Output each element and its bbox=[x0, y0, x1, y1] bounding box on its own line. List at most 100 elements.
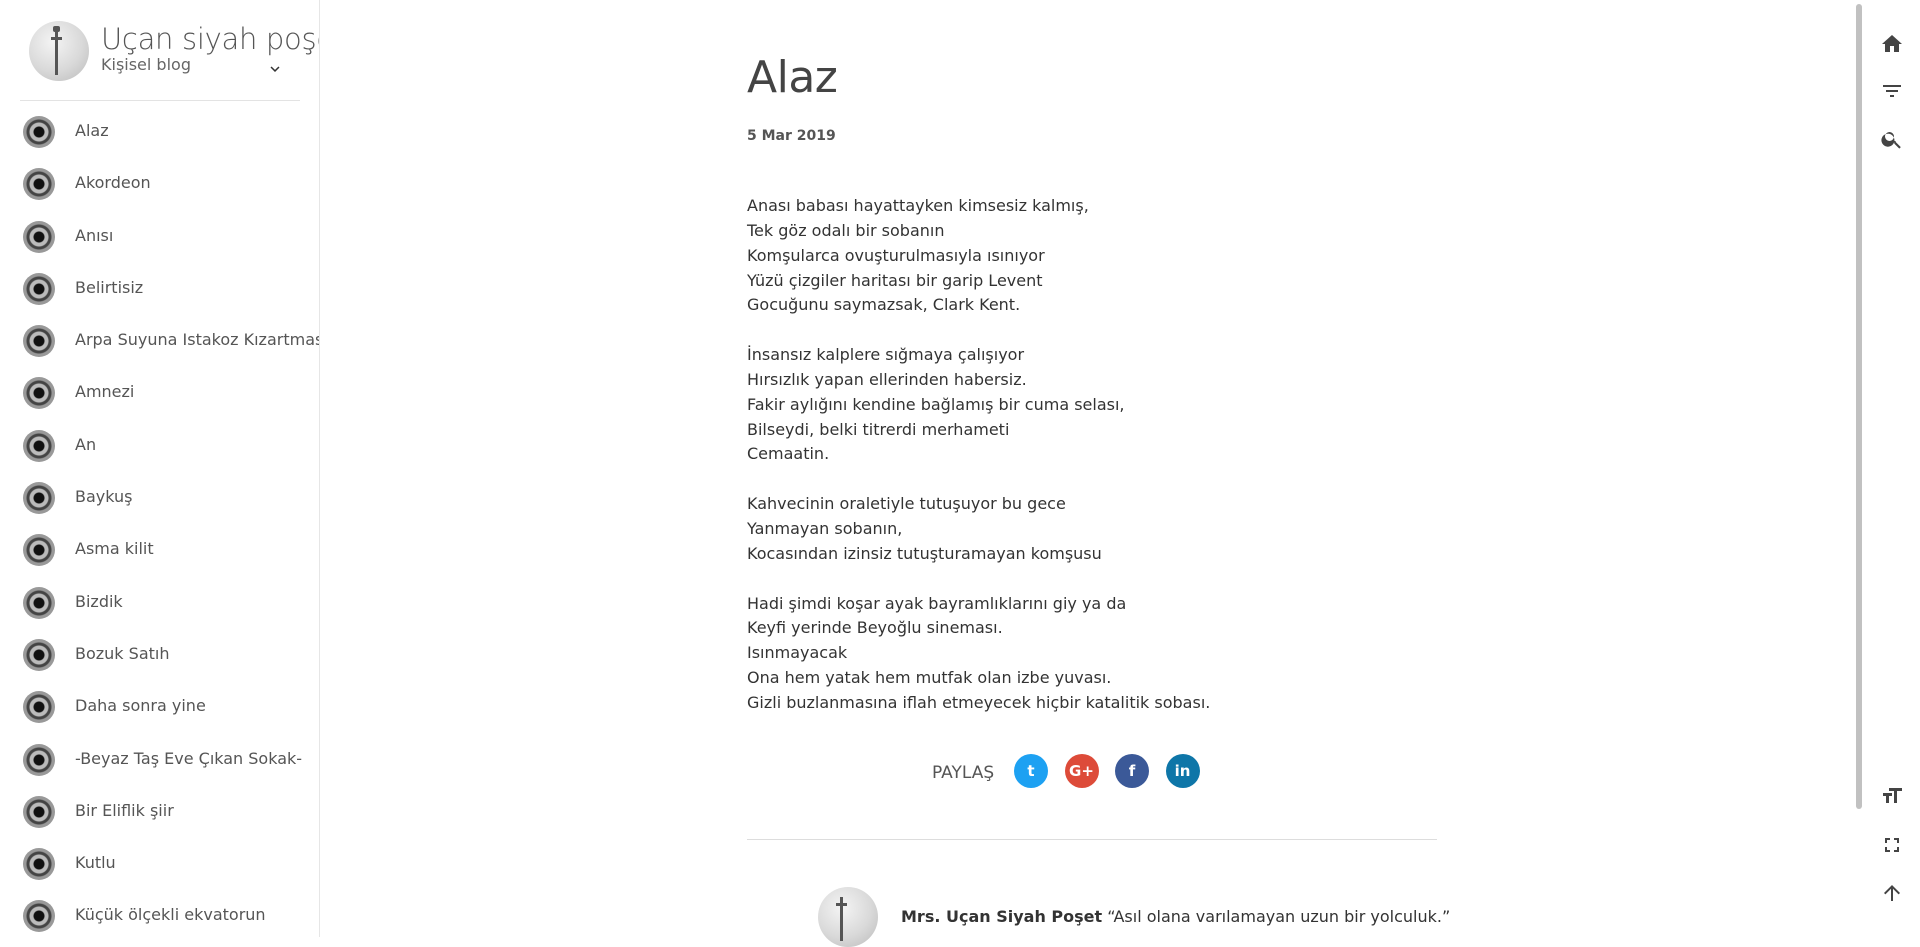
poem-line: Isınmayacak bbox=[747, 643, 848, 663]
post-content: Alaz 5 Mar 2019 Anası babası hayattayken… bbox=[320, 0, 1860, 947]
post-list-item[interactable]: Bir Eliflik şiir bbox=[0, 795, 319, 847]
poem-line: Yüzü çizgiler haritası bir garip Levent bbox=[747, 270, 1043, 290]
post-list-item[interactable]: Küçük ölçekli ekvatorun bbox=[0, 899, 319, 937]
post-list-label: Kutlu bbox=[75, 853, 116, 873]
post-list-label: Küçük ölçekli ekvatorun bbox=[75, 905, 266, 925]
post-list-label: Amnezi bbox=[75, 382, 135, 402]
poem-line: Kocasından izinsiz tutuşturamayan komşus… bbox=[747, 543, 1102, 563]
linkedin-share-button[interactable]: in bbox=[1165, 754, 1200, 788]
site-brand[interactable]: Uçan siyah poşet Kişisel blog bbox=[20, 18, 319, 101]
post-title: Alaz bbox=[747, 52, 838, 103]
google-plus-share-button[interactable]: G+ bbox=[1064, 754, 1099, 788]
twitter-icon: t bbox=[1027, 762, 1035, 780]
post-list-item[interactable]: -Beyaz Taş Eve Çıkan Sokak- bbox=[0, 743, 319, 795]
twitter-share-button[interactable]: t bbox=[1014, 754, 1048, 788]
post-thumbnail bbox=[23, 220, 55, 253]
poem-line: Gocuğunu saymazsak, Clark Kent. bbox=[747, 295, 1021, 315]
author-avatar bbox=[818, 887, 878, 947]
fullscreen-icon[interactable] bbox=[1880, 833, 1904, 857]
poem-line: Ona hem yatak hem mutfak olan izbe yuvas… bbox=[747, 668, 1112, 688]
post-list-label: Asma kilit bbox=[75, 539, 154, 559]
post-list-label: Bizdik bbox=[75, 591, 123, 611]
post-list-item[interactable]: Belirtisiz bbox=[0, 272, 319, 324]
post-list-item[interactable]: Asma kilit bbox=[0, 533, 319, 585]
linkedin-icon: in bbox=[1174, 762, 1191, 780]
facebook-share-button[interactable]: f bbox=[1115, 754, 1149, 788]
divider bbox=[747, 839, 1437, 840]
filter-icon[interactable] bbox=[1880, 79, 1904, 103]
poem-line: Yanmayan sobanın, bbox=[747, 518, 903, 538]
post-list-label: Anısı bbox=[75, 225, 114, 245]
post-thumbnail bbox=[23, 429, 55, 462]
post-thumbnail bbox=[23, 586, 55, 619]
share-label: PAYLAŞ bbox=[932, 763, 995, 783]
poem-line: Gizli buzlanmasına iflah etmeyecek hiçbi… bbox=[747, 692, 1211, 712]
post-list-label: -Beyaz Taş Eve Çıkan Sokak- bbox=[75, 748, 303, 768]
post-thumbnail bbox=[23, 482, 55, 515]
post-list-item[interactable]: Daha sonra yine bbox=[0, 690, 319, 742]
site-subtitle: Kişisel blog bbox=[101, 55, 191, 74]
poem-line: Hadi şimdi koşar ayak bayramlıklarını gi… bbox=[747, 593, 1127, 613]
post-list-label: An bbox=[75, 434, 97, 454]
post-list-item[interactable]: Bozuk Satıh bbox=[0, 638, 319, 690]
post-list-item[interactable]: Alaz bbox=[0, 115, 319, 167]
author-bio: Mrs. Uçan Siyah Poşet “Asıl olana varıla… bbox=[901, 907, 1450, 926]
post-list-label: Arpa Suyuna Istakoz Kızartması bbox=[75, 330, 320, 350]
post-list-label: Akordeon bbox=[75, 173, 151, 193]
poem-stanza: İnsansız kalplere sığmaya çalışıyor Hırsı… bbox=[747, 343, 1367, 467]
post-list-item[interactable]: Anısı bbox=[0, 220, 319, 272]
poem-stanza: Anası babası hayattayken kimsesiz kalmış… bbox=[747, 194, 1367, 318]
author-name: Mrs. Uçan Siyah Poşet bbox=[901, 907, 1103, 926]
post-list-item[interactable]: Akordeon bbox=[0, 167, 319, 219]
scrollbar-thumb[interactable] bbox=[1856, 4, 1862, 809]
sidebar: Uçan siyah poşet Kişisel blog Alaz Akorde… bbox=[0, 0, 320, 937]
search-icon[interactable] bbox=[1880, 127, 1904, 151]
post-list-label: Daha sonra yine bbox=[75, 696, 206, 716]
post-list-label: Alaz bbox=[75, 121, 109, 140]
poem-line: Komşularca ovuşturulmasıyla ısınıyor bbox=[747, 245, 1045, 265]
post-list: Alaz Akordeon Anısı Belirtisiz Arpa Suyuna I… bbox=[0, 115, 320, 937]
post-thumbnail bbox=[23, 534, 55, 567]
post-list-label: Bir Eliflik şiir bbox=[75, 800, 174, 820]
post-thumbnail bbox=[23, 638, 55, 671]
poem-line: Kahvecinin oraletiyle tutuşuyor bu gece bbox=[747, 494, 1066, 514]
post-list-item[interactable]: An bbox=[0, 429, 319, 481]
site-avatar[interactable] bbox=[29, 21, 89, 81]
poem-line: Fakir aylığını kendine bağlamış bir cuma… bbox=[747, 394, 1125, 414]
author-quote: “Asıl olana varılamayan uzun bir yolculu… bbox=[1107, 907, 1451, 926]
home-icon[interactable] bbox=[1880, 32, 1904, 56]
google-plus-icon: G+ bbox=[1069, 762, 1094, 780]
post-thumbnail bbox=[23, 377, 55, 410]
post-list-item[interactable]: Baykuş bbox=[0, 481, 319, 533]
post-body: Anası babası hayattayken kimsesiz kalmış… bbox=[747, 194, 1367, 741]
site-title[interactable]: Uçan siyah poşet bbox=[101, 22, 319, 56]
post-list-item[interactable]: Amnezi bbox=[0, 376, 319, 428]
poem-line: Keyfi yerinde Beyoğlu sineması. bbox=[747, 618, 1003, 638]
post-thumbnail bbox=[23, 116, 55, 148]
poem-line: Hırsızlık yapan ellerinden habersiz. bbox=[747, 369, 1027, 389]
facebook-icon: f bbox=[1128, 762, 1136, 780]
post-list-item[interactable]: Bizdik bbox=[0, 586, 319, 638]
post-list-label: Bozuk Satıh bbox=[75, 643, 170, 663]
post-thumbnail bbox=[23, 272, 55, 305]
poem-line: İnsansız kalplere sığmaya çalışıyor bbox=[747, 345, 1025, 365]
post-list-label: Belirtisiz bbox=[75, 277, 144, 297]
post-thumbnail bbox=[23, 325, 55, 358]
chevron-down-icon[interactable] bbox=[266, 60, 284, 78]
post-date: 5 Mar 2019 bbox=[747, 128, 836, 144]
poem-stanza: Hadi şimdi koşar ayak bayramlıklarını gi… bbox=[747, 592, 1367, 716]
arrow-up-icon[interactable] bbox=[1880, 881, 1904, 905]
poem-line: Tek göz odalı bir sobanın bbox=[747, 220, 945, 240]
post-list-item[interactable]: Kutlu bbox=[0, 847, 319, 899]
post-thumbnail bbox=[23, 900, 55, 933]
scrollbar[interactable] bbox=[1855, 0, 1863, 937]
poem-line: Anası babası hayattayken kimsesiz kalmış… bbox=[747, 196, 1089, 215]
poem-stanza: Kahvecinin oraletiyle tutuşuyor bu gece Y… bbox=[747, 492, 1367, 567]
post-thumbnail bbox=[23, 848, 55, 881]
post-thumbnail bbox=[23, 795, 55, 828]
font-size-icon[interactable] bbox=[1880, 784, 1904, 808]
poem-line: Cemaatin. bbox=[747, 444, 830, 464]
post-thumbnail bbox=[23, 743, 55, 776]
post-list-item[interactable]: Arpa Suyuna Istakoz Kızartması bbox=[0, 324, 320, 376]
post-thumbnail bbox=[23, 691, 55, 724]
